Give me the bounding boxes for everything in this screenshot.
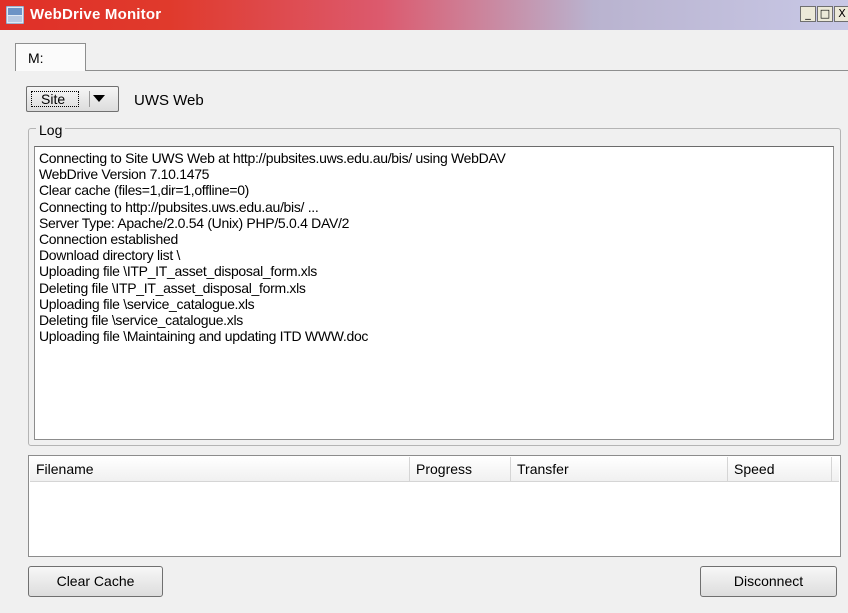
dropdown-separator bbox=[89, 91, 90, 107]
log-textbox[interactable]: Connecting to Site UWS Web at http://pub… bbox=[34, 146, 834, 440]
log-legend: Log bbox=[36, 122, 66, 138]
column-header-speed[interactable]: Speed bbox=[728, 457, 832, 481]
log-line: WebDrive Version 7.10.1475 bbox=[39, 166, 210, 183]
site-button-label: Site bbox=[41, 91, 66, 107]
webdrive-app-icon bbox=[6, 6, 24, 24]
chevron-down-icon bbox=[93, 95, 105, 102]
clear-cache-button[interactable]: Clear Cache bbox=[28, 566, 163, 597]
log-line: Deleting file \service_catalogue.xls bbox=[39, 312, 243, 329]
disconnect-button[interactable]: Disconnect bbox=[700, 566, 837, 597]
site-name: UWS Web bbox=[134, 92, 204, 109]
log-line: Clear cache (files=1,dir=1,offline=0) bbox=[39, 182, 250, 199]
log-line: Server Type: Apache/2.0.54 (Unix) PHP/5.… bbox=[39, 214, 350, 231]
column-header-filename[interactable]: Filename bbox=[30, 457, 410, 481]
transfer-list-header: Filename Progress Transfer Speed bbox=[30, 457, 839, 482]
close-button[interactable]: X bbox=[834, 6, 848, 22]
log-line: Download directory list \ bbox=[39, 247, 181, 264]
tab-drive-m[interactable]: M: bbox=[15, 43, 86, 71]
log-line: Uploading file \ITP_IT_asset_disposal_fo… bbox=[39, 263, 318, 280]
title-bar[interactable]: WebDrive Monitor _ □ X bbox=[0, 0, 848, 30]
log-line: Deleting file \ITP_IT_asset_disposal_for… bbox=[39, 279, 306, 296]
tab-label: M: bbox=[28, 50, 44, 66]
log-line: Connection established bbox=[39, 231, 178, 248]
minimize-button[interactable]: _ bbox=[800, 6, 816, 22]
column-header-progress[interactable]: Progress bbox=[410, 457, 511, 481]
log-line: Uploading file \service_catalogue.xls bbox=[39, 295, 255, 312]
log-line: Connecting to Site UWS Web at http://pub… bbox=[39, 150, 506, 166]
transfer-list[interactable]: Filename Progress Transfer Speed bbox=[28, 455, 841, 557]
site-dropdown-button[interactable]: Site bbox=[26, 86, 119, 112]
window-title: WebDrive Monitor bbox=[30, 6, 162, 23]
log-line: Connecting to http://pubsites.uws.edu.au… bbox=[39, 198, 319, 215]
log-line: Uploading file \Maintaining and updating… bbox=[39, 328, 369, 345]
column-header-transfer[interactable]: Transfer bbox=[511, 457, 728, 481]
maximize-button[interactable]: □ bbox=[817, 6, 833, 22]
